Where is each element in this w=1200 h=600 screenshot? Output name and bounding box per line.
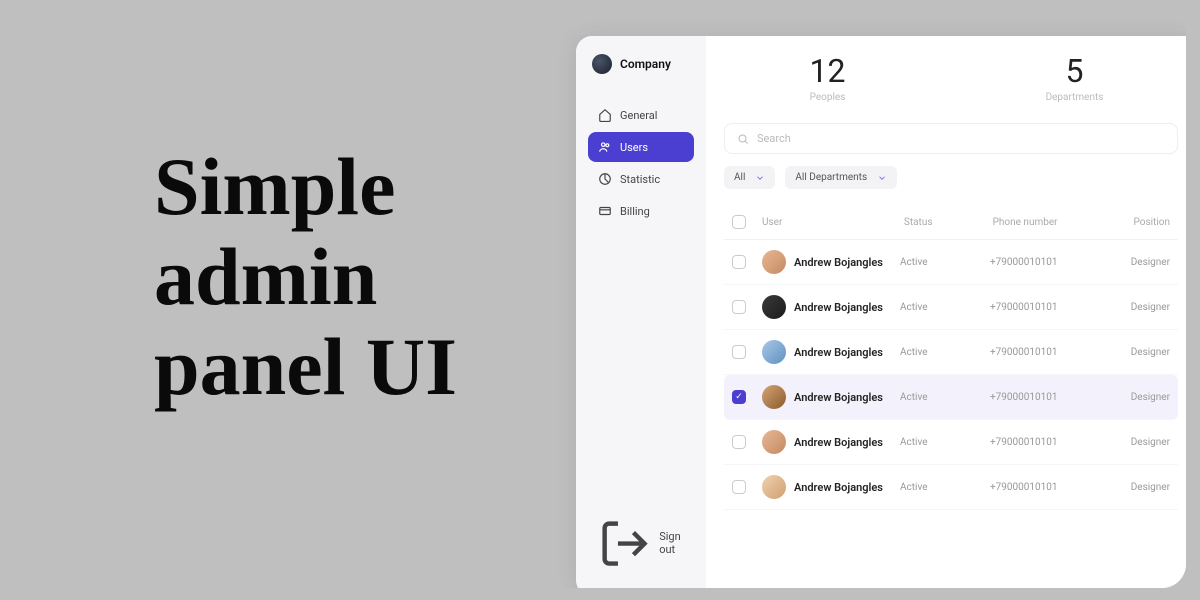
user-position: Designer <box>1098 437 1170 448</box>
search-icon <box>737 133 749 145</box>
row-checkbox[interactable] <box>732 480 746 494</box>
avatar <box>762 340 786 364</box>
search-field[interactable] <box>724 123 1178 154</box>
admin-panel-app: Company General Users Statistic Billing <box>576 36 1186 588</box>
chevron-down-icon <box>755 173 765 183</box>
avatar <box>762 475 786 499</box>
user-phone: +79000010101 <box>990 257 1098 268</box>
user-phone: +79000010101 <box>990 347 1098 358</box>
col-position: Position <box>1099 217 1170 228</box>
select-all-checkbox[interactable] <box>732 215 746 229</box>
avatar <box>762 430 786 454</box>
nav-item-statistic[interactable]: Statistic <box>588 164 694 194</box>
nav-item-general[interactable]: General <box>588 100 694 130</box>
avatar <box>762 250 786 274</box>
sidebar: Company General Users Statistic Billing <box>576 36 706 588</box>
filter-label: All <box>734 172 745 183</box>
nav-item-billing[interactable]: Billing <box>588 196 694 226</box>
row-checkbox[interactable] <box>732 435 746 449</box>
filter-all[interactable]: All <box>724 166 775 189</box>
chevron-down-icon <box>877 173 887 183</box>
user-position: Designer <box>1098 392 1170 403</box>
user-name: Andrew Bojangles <box>794 346 900 359</box>
user-status: Active <box>900 257 990 268</box>
user-name: Andrew Bojangles <box>794 391 900 404</box>
stat-label: Departments <box>981 92 1168 103</box>
user-status: Active <box>900 392 990 403</box>
pie-chart-icon <box>598 172 612 186</box>
row-checkbox[interactable] <box>732 300 746 314</box>
nav-label: Billing <box>620 205 650 218</box>
users-icon <box>598 140 612 154</box>
company-logo-icon <box>592 54 612 74</box>
table-row[interactable]: Andrew BojanglesActive+79000010101Design… <box>724 420 1178 465</box>
nav-label: Users <box>620 141 648 154</box>
stat-label: Peoples <box>734 92 921 103</box>
user-phone: +79000010101 <box>990 302 1098 313</box>
nav-label: Statistic <box>620 173 660 186</box>
user-position: Designer <box>1098 482 1170 493</box>
stat-value: 5 <box>981 52 1168 90</box>
user-status: Active <box>900 482 990 493</box>
filters-row: All All Departments <box>724 166 1178 189</box>
filter-label: All Departments <box>795 172 867 183</box>
nav-label: General <box>620 109 657 122</box>
home-icon <box>598 108 612 122</box>
stat-peoples: 12 Peoples <box>734 52 921 103</box>
table-row[interactable]: Andrew BojanglesActive+79000010101Design… <box>724 285 1178 330</box>
table-row[interactable]: Andrew BojanglesActive+79000010101Design… <box>724 240 1178 285</box>
table-body: Andrew BojanglesActive+79000010101Design… <box>724 240 1178 510</box>
user-status: Active <box>900 437 990 448</box>
col-status: Status <box>904 217 993 228</box>
user-phone: +79000010101 <box>990 392 1098 403</box>
user-name: Andrew Bojangles <box>794 436 900 449</box>
stat-departments: 5 Departments <box>981 52 1168 103</box>
signout-label: Sign out <box>659 530 684 556</box>
user-name: Andrew Bojangles <box>794 301 900 314</box>
brand: Company <box>588 54 694 74</box>
user-name: Andrew Bojangles <box>794 256 900 269</box>
user-position: Designer <box>1098 347 1170 358</box>
table-row[interactable]: Andrew BojanglesActive+79000010101Design… <box>724 465 1178 510</box>
user-status: Active <box>900 347 990 358</box>
row-checkbox[interactable] <box>732 255 746 269</box>
table-header: User Status Phone number Position <box>724 205 1178 240</box>
user-position: Designer <box>1098 302 1170 313</box>
filter-departments[interactable]: All Departments <box>785 166 897 189</box>
stats-row: 12 Peoples 5 Departments <box>724 52 1178 103</box>
user-name: Andrew Bojangles <box>794 481 900 494</box>
avatar <box>762 385 786 409</box>
row-checkbox[interactable] <box>732 345 746 359</box>
signout-button[interactable]: Sign out <box>588 509 694 578</box>
signout-icon <box>598 517 651 570</box>
user-status: Active <box>900 302 990 313</box>
col-user: User <box>756 217 904 228</box>
nav: General Users Statistic Billing <box>588 100 694 226</box>
company-name: Company <box>620 57 671 71</box>
search-input[interactable] <box>757 132 1165 145</box>
hero-title: Simple admin panel UI <box>154 142 457 413</box>
avatar <box>762 295 786 319</box>
credit-card-icon <box>598 204 612 218</box>
main-content: 12 Peoples 5 Departments All All Depa <box>706 36 1186 588</box>
user-phone: +79000010101 <box>990 482 1098 493</box>
table-row[interactable]: Andrew BojanglesActive+79000010101Design… <box>724 375 1178 420</box>
table-row[interactable]: Andrew BojanglesActive+79000010101Design… <box>724 330 1178 375</box>
row-checkbox[interactable] <box>732 390 746 404</box>
user-phone: +79000010101 <box>990 437 1098 448</box>
stat-value: 12 <box>734 52 921 90</box>
nav-item-users[interactable]: Users <box>588 132 694 162</box>
user-position: Designer <box>1098 257 1170 268</box>
col-phone: Phone number <box>993 217 1099 228</box>
